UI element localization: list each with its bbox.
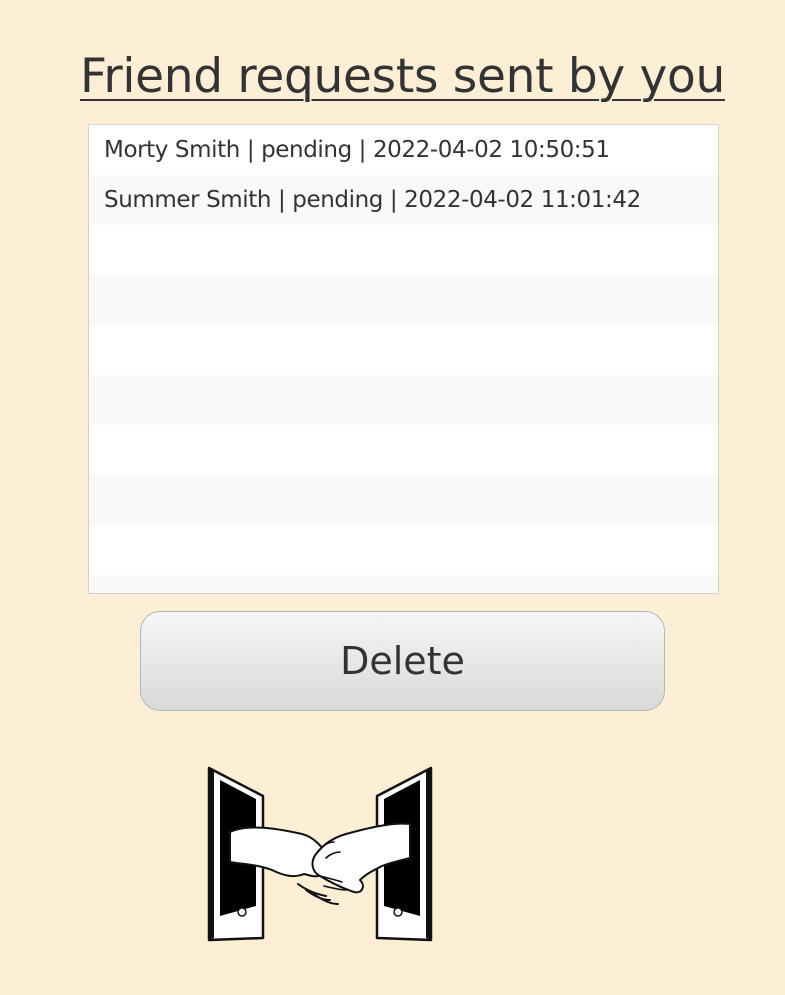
list-item-empty — [89, 475, 718, 525]
list-item-empty — [89, 525, 718, 575]
list-item[interactable]: Morty Smith | pending | 2022-04-02 10:50… — [89, 125, 718, 175]
list-item-empty — [89, 575, 718, 593]
handshake-phones-icon — [207, 766, 433, 942]
page-title: Friend requests sent by you — [80, 49, 725, 104]
friend-requests-list[interactable]: Morty Smith | pending | 2022-04-02 10:50… — [88, 124, 719, 594]
list-item-empty — [89, 325, 718, 375]
list-item-empty — [89, 425, 718, 475]
list-item[interactable]: Summer Smith | pending | 2022-04-02 11:0… — [89, 175, 718, 225]
list-item-empty — [89, 275, 718, 325]
list-item-empty — [89, 375, 718, 425]
list-item-empty — [89, 225, 718, 275]
delete-button[interactable]: Delete — [140, 611, 665, 711]
